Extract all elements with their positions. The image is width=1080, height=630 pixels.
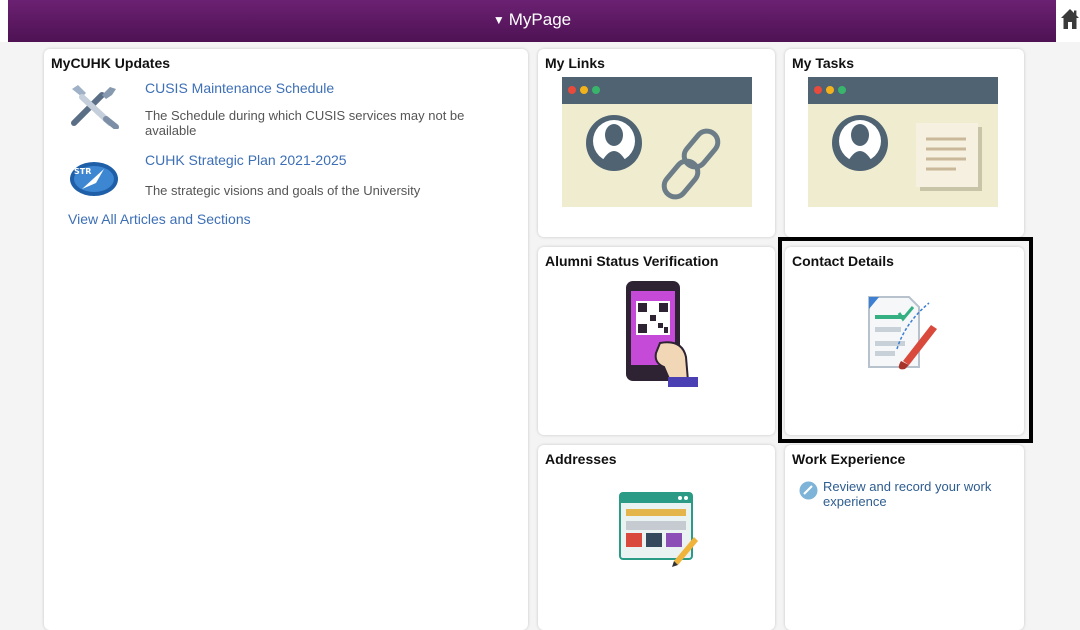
updates-title: MyCUHK Updates <box>51 55 171 71</box>
phone-qr-code-icon <box>626 281 698 387</box>
view-all-articles-link[interactable]: View All Articles and Sections <box>68 211 251 227</box>
caret-down-icon: ▼ <box>492 13 505 27</box>
page-title: MyPage <box>508 10 572 29</box>
tile-title: My Tasks <box>792 55 854 71</box>
top-bar: ▼ MyPage <box>0 0 1080 42</box>
updates-panel: MyCUHK Updates CUSIS Maintenance Schedul… <box>44 49 528 630</box>
page-title-menu[interactable]: ▼ MyPage <box>8 0 1056 42</box>
document-pen-icon <box>868 296 937 370</box>
tile-my-links[interactable]: My Links <box>538 49 775 237</box>
browser-form-icon <box>619 492 698 567</box>
tile-title: Work Experience <box>792 451 906 467</box>
svg-text:STR: STR <box>74 167 91 176</box>
strategy-compass-icon: STR <box>70 162 118 196</box>
work-experience-link[interactable]: Review and record your work experience <box>799 479 1009 509</box>
update-link-strategic-plan[interactable]: CUHK Strategic Plan 2021-2025 <box>145 152 347 168</box>
briefcase-icon <box>799 481 818 500</box>
work-experience-link-text: Review and record your work experience <box>823 479 992 509</box>
tile-addresses[interactable]: Addresses <box>538 445 775 630</box>
tools-icon <box>71 85 119 129</box>
tile-contact-details[interactable]: Contact Details <box>785 247 1024 435</box>
tile-work-experience[interactable]: Work Experience Review and record your w… <box>785 445 1024 630</box>
tile-title: Addresses <box>545 451 617 467</box>
home-icon[interactable] <box>1060 8 1080 30</box>
update-link-maintenance[interactable]: CUSIS Maintenance Schedule <box>145 80 334 96</box>
tile-my-tasks[interactable]: My Tasks <box>785 49 1024 237</box>
update-desc-strategic-plan: The strategic visions and goals of the U… <box>145 183 421 198</box>
header-bar: ▼ MyPage <box>8 0 1056 42</box>
browser-person-note-icon <box>808 77 998 207</box>
tile-title: Contact Details <box>792 253 894 269</box>
tile-title: Alumni Status Verification <box>545 253 719 269</box>
tile-title: My Links <box>545 55 605 71</box>
browser-person-chain-icon <box>562 77 752 207</box>
update-desc-maintenance: The Schedule during which CUSIS services… <box>145 108 465 138</box>
tile-alumni-status-verification[interactable]: Alumni Status Verification <box>538 247 775 435</box>
